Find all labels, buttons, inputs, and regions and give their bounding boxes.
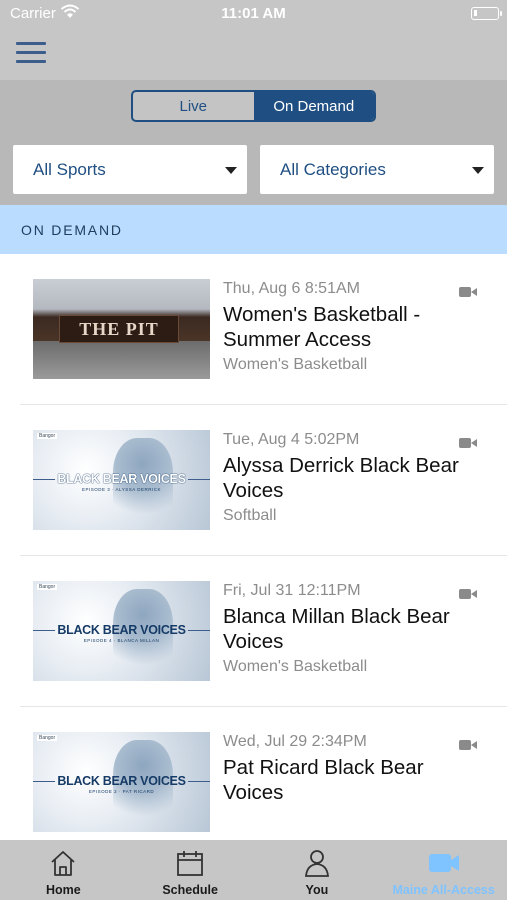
tab-you[interactable]: You	[254, 840, 381, 900]
sports-dropdown-value: All Sports	[33, 160, 106, 179]
tab-maine-all-access[interactable]: Maine All-Access	[380, 840, 507, 900]
thumbnail-text: BLACK BEAR VOICES	[57, 472, 186, 486]
video-camera-icon	[459, 739, 477, 751]
list-item[interactable]: Bangor BLACK BEAR VOICES EPISODE 3 · ALY…	[20, 405, 507, 556]
list-item[interactable]: Bangor BLACK BEAR VOICES EPISODE 4 · BLA…	[20, 556, 507, 707]
video-thumbnail: Bangor BLACK BEAR VOICES EPISODE 3 · ALY…	[33, 430, 210, 530]
nav-bar	[0, 28, 507, 80]
item-date: Wed, Jul 29 2:34PM	[223, 733, 367, 750]
item-sport: Women's Basketball	[223, 356, 368, 373]
item-date: Tue, Aug 4 5:02PM	[223, 431, 360, 448]
list-item[interactable]: Bangor BLACK BEAR VOICES EPISODE 2 · PAT…	[20, 707, 507, 840]
video-list: THE PIT Thu, Aug 6 8:51AM Women's Basket…	[0, 254, 507, 840]
tab-label: You	[305, 883, 329, 897]
caret-down-icon	[225, 167, 237, 174]
video-camera-icon	[459, 588, 477, 600]
segment-live[interactable]: Live	[133, 92, 254, 120]
status-time: 11:01 AM	[221, 5, 286, 22]
section-title: ON DEMAND	[21, 222, 123, 238]
live-ondemand-toggle: Live On Demand	[131, 90, 376, 122]
thumbnail-text: BLACK BEAR VOICES	[57, 623, 186, 637]
item-date: Fri, Jul 31 12:11PM	[223, 582, 361, 599]
item-date: Thu, Aug 6 8:51AM	[223, 280, 360, 297]
video-thumbnail: Bangor BLACK BEAR VOICES EPISODE 4 · BLA…	[33, 581, 210, 681]
caret-down-icon	[472, 167, 484, 174]
tab-label: Home	[46, 883, 81, 897]
battery-icon	[471, 7, 502, 20]
item-title: Pat Ricard Black Bear Voices	[223, 756, 424, 804]
video-camera-icon	[459, 286, 477, 298]
video-camera-icon	[427, 848, 461, 883]
tab-bar: Home Schedule You Maine All-Access	[0, 840, 507, 900]
item-sport: Women's Basketball	[223, 658, 368, 675]
item-title: Women's Basketball - Summer Access	[223, 303, 421, 351]
video-thumbnail: Bangor BLACK BEAR VOICES EPISODE 2 · PAT…	[33, 732, 210, 832]
section-header: ON DEMAND	[0, 205, 507, 254]
categories-dropdown[interactable]: All Categories	[260, 145, 494, 194]
video-camera-icon	[459, 437, 477, 449]
segment-on-demand[interactable]: On Demand	[253, 92, 374, 120]
person-icon	[302, 848, 332, 883]
hamburger-menu-icon[interactable]	[16, 42, 46, 64]
sports-dropdown[interactable]: All Sports	[13, 145, 247, 194]
categories-dropdown-value: All Categories	[280, 160, 386, 179]
thumbnail-text: BLACK BEAR VOICES	[57, 774, 186, 788]
thumbnail-sign: THE PIT	[59, 315, 179, 343]
status-bar: Carrier 11:01 AM	[0, 0, 507, 28]
list-item[interactable]: THE PIT Thu, Aug 6 8:51AM Women's Basket…	[20, 254, 507, 405]
video-thumbnail: THE PIT	[33, 279, 210, 379]
filter-controls: Live On Demand All Sports All Categories	[0, 80, 507, 205]
tab-schedule[interactable]: Schedule	[127, 840, 254, 900]
home-icon	[48, 848, 78, 883]
item-title: Blanca Millan Black Bear Voices	[223, 605, 450, 653]
calendar-icon	[175, 848, 205, 883]
tab-label: Schedule	[162, 883, 218, 897]
tab-label: Maine All-Access	[392, 883, 495, 897]
item-sport: Softball	[223, 507, 277, 524]
tab-home[interactable]: Home	[0, 840, 127, 900]
item-title: Alyssa Derrick Black Bear Voices	[223, 454, 459, 502]
